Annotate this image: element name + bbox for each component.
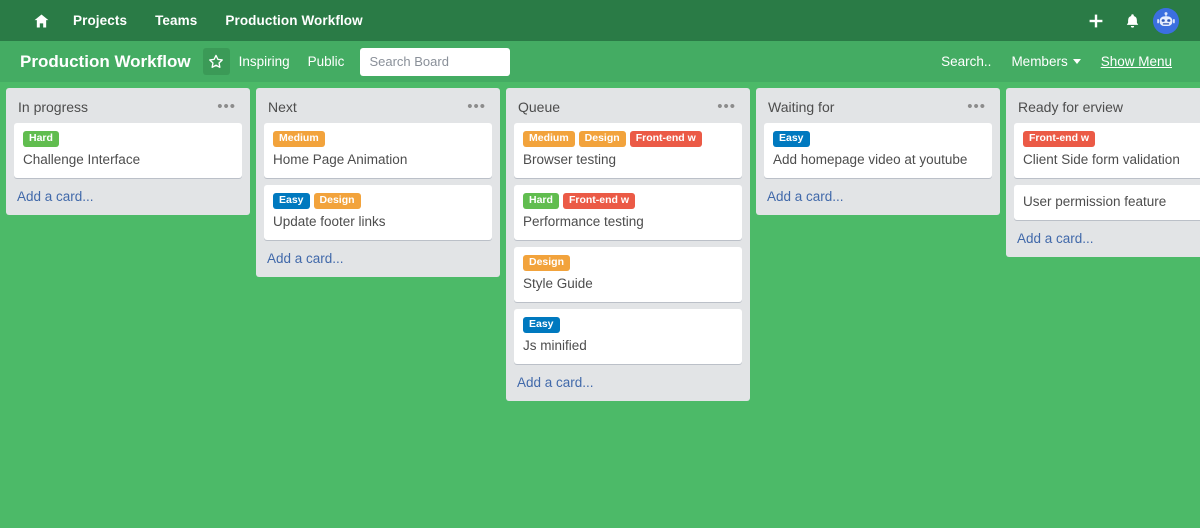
add-a-card-link[interactable]: Add a card... — [256, 247, 500, 275]
add-a-card-link[interactable]: Add a card... — [6, 185, 250, 213]
board-list: Ready for erview Front-end w Client Side f… — [1006, 88, 1200, 257]
card-label[interactable]: Easy — [773, 131, 810, 147]
card[interactable]: User permission feature — [1014, 185, 1200, 220]
add-a-card-link[interactable]: Add a card... — [506, 371, 750, 399]
card-label[interactable]: Front-end w — [1023, 131, 1096, 147]
board-visibility[interactable]: Public — [299, 50, 354, 73]
card-list: Front-end w Client Side form validation Us… — [1006, 123, 1200, 220]
board-list: In progress ••• Hard Challenge Interface Add… — [6, 88, 250, 215]
card[interactable]: Medium Home Page Animation — [264, 123, 492, 178]
card-title: Update footer links — [273, 214, 386, 229]
board-members-label: Members — [1011, 54, 1068, 69]
card-label[interactable]: Front-end w — [562, 193, 636, 209]
board-title[interactable]: Production Workflow — [12, 48, 199, 76]
board-team-name[interactable]: Inspiring — [230, 50, 299, 73]
card-list: Easy Add homepage video at youtube — [756, 123, 1000, 178]
card-label[interactable]: Design — [313, 193, 361, 209]
top-nav-links: Projects Teams Production Workflow — [24, 7, 377, 34]
list-title[interactable]: Queue — [518, 99, 715, 115]
card-label[interactable]: Design — [578, 131, 626, 147]
card-list: Medium Design Front-end w Browser testing Ha… — [506, 123, 750, 364]
nav-item-teams[interactable]: Teams — [141, 7, 211, 34]
card-title: User permission feature — [1023, 194, 1167, 209]
notifications-bell-icon[interactable] — [1117, 6, 1147, 36]
card-labels: Hard — [23, 131, 233, 147]
user-avatar-robot[interactable] — [1153, 7, 1179, 34]
card-label[interactable]: Medium — [273, 131, 325, 147]
search-board-input[interactable] — [360, 47, 511, 76]
card-labels: Front-end w — [1023, 131, 1200, 147]
card-label[interactable]: Easy — [523, 317, 560, 333]
list-title[interactable]: Ready for erview — [1018, 99, 1200, 115]
board-search-link[interactable]: Search.. — [931, 49, 1001, 74]
card-list: Hard Challenge Interface — [6, 123, 250, 178]
list-header: Ready for erview — [1006, 88, 1200, 123]
nav-item-production-workflow[interactable]: Production Workflow — [211, 7, 376, 34]
board-header-bar: Production Workflow Inspiring Public Sea… — [0, 41, 1200, 82]
card-title: Performance testing — [523, 214, 644, 229]
board-canvas: In progress ••• Hard Challenge Interface Add… — [0, 82, 1200, 528]
top-navigation-bar: Projects Teams Production Workflow — [0, 0, 1200, 41]
card-title: Challenge Interface — [23, 152, 141, 167]
add-a-card-link[interactable]: Add a card... — [1006, 227, 1200, 255]
card-labels: Medium — [273, 131, 483, 147]
card[interactable]: Easy Add homepage video at youtube — [764, 123, 992, 178]
add-a-card-link[interactable]: Add a card... — [756, 185, 1000, 213]
board-list: Next ••• Medium Home Page Animation Easy Desi… — [256, 88, 500, 277]
list-header: In progress ••• — [6, 88, 250, 123]
home-icon[interactable] — [24, 8, 59, 34]
card-list: Medium Home Page Animation Easy Design Updat… — [256, 123, 500, 240]
card[interactable]: Easy Design Update footer links — [264, 185, 492, 240]
card[interactable]: Front-end w Client Side form validation — [1014, 123, 1200, 178]
card-label[interactable]: Front-end w — [629, 131, 702, 147]
card[interactable]: Hard Challenge Interface — [14, 123, 242, 178]
card[interactable]: Medium Design Front-end w Browser testing — [514, 123, 742, 178]
star-icon[interactable] — [202, 48, 230, 75]
list-title[interactable]: In progress — [18, 99, 215, 115]
card-label[interactable]: Medium — [523, 131, 575, 147]
card[interactable]: Hard Front-end w Performance testing — [514, 185, 742, 240]
card-title: Style Guide — [523, 276, 593, 291]
card-title: Home Page Animation — [273, 152, 408, 167]
card-label[interactable]: Easy — [273, 193, 310, 209]
list-menu-icon[interactable]: ••• — [215, 99, 238, 114]
card-labels: Easy — [523, 317, 733, 333]
nav-item-projects[interactable]: Projects — [59, 7, 141, 34]
list-header: Queue ••• — [506, 88, 750, 123]
list-menu-icon[interactable]: ••• — [965, 99, 988, 114]
list-title[interactable]: Next — [268, 99, 465, 115]
card-title: Client Side form validation — [1023, 152, 1180, 167]
card-title: Browser testing — [523, 152, 617, 167]
board-header-actions: Search.. Members Show Menu — [931, 49, 1188, 74]
card-labels: Easy Design — [273, 193, 483, 209]
show-menu-link[interactable]: Show Menu — [1091, 49, 1182, 74]
board-list: Queue ••• Medium Design Front-end w Browser t… — [506, 88, 750, 401]
card-title: Add homepage video at youtube — [773, 152, 968, 167]
list-menu-icon[interactable]: ••• — [715, 99, 738, 114]
board-list: Waiting for ••• Easy Add homepage video at … — [756, 88, 1000, 215]
card-labels: Design — [523, 255, 733, 271]
card-label[interactable]: Hard — [23, 131, 59, 147]
card-labels: Hard Front-end w — [523, 193, 733, 209]
card-label[interactable]: Hard — [523, 193, 559, 209]
list-header: Next ••• — [256, 88, 500, 123]
list-header: Waiting for ••• — [756, 88, 1000, 123]
list-title[interactable]: Waiting for — [768, 99, 965, 115]
card-labels: Medium Design Front-end w — [523, 131, 733, 147]
card[interactable]: Design Style Guide — [514, 247, 742, 302]
card-label[interactable]: Design — [523, 255, 571, 271]
top-nav-actions — [1081, 6, 1188, 36]
add-icon[interactable] — [1081, 6, 1111, 36]
chevron-down-icon — [1072, 59, 1081, 64]
card[interactable]: Easy Js minified — [514, 309, 742, 364]
card-title: Js minified — [523, 338, 587, 353]
list-menu-icon[interactable]: ••• — [465, 99, 488, 114]
card-labels: Easy — [773, 131, 983, 147]
board-members-dropdown[interactable]: Members — [1001, 49, 1090, 74]
